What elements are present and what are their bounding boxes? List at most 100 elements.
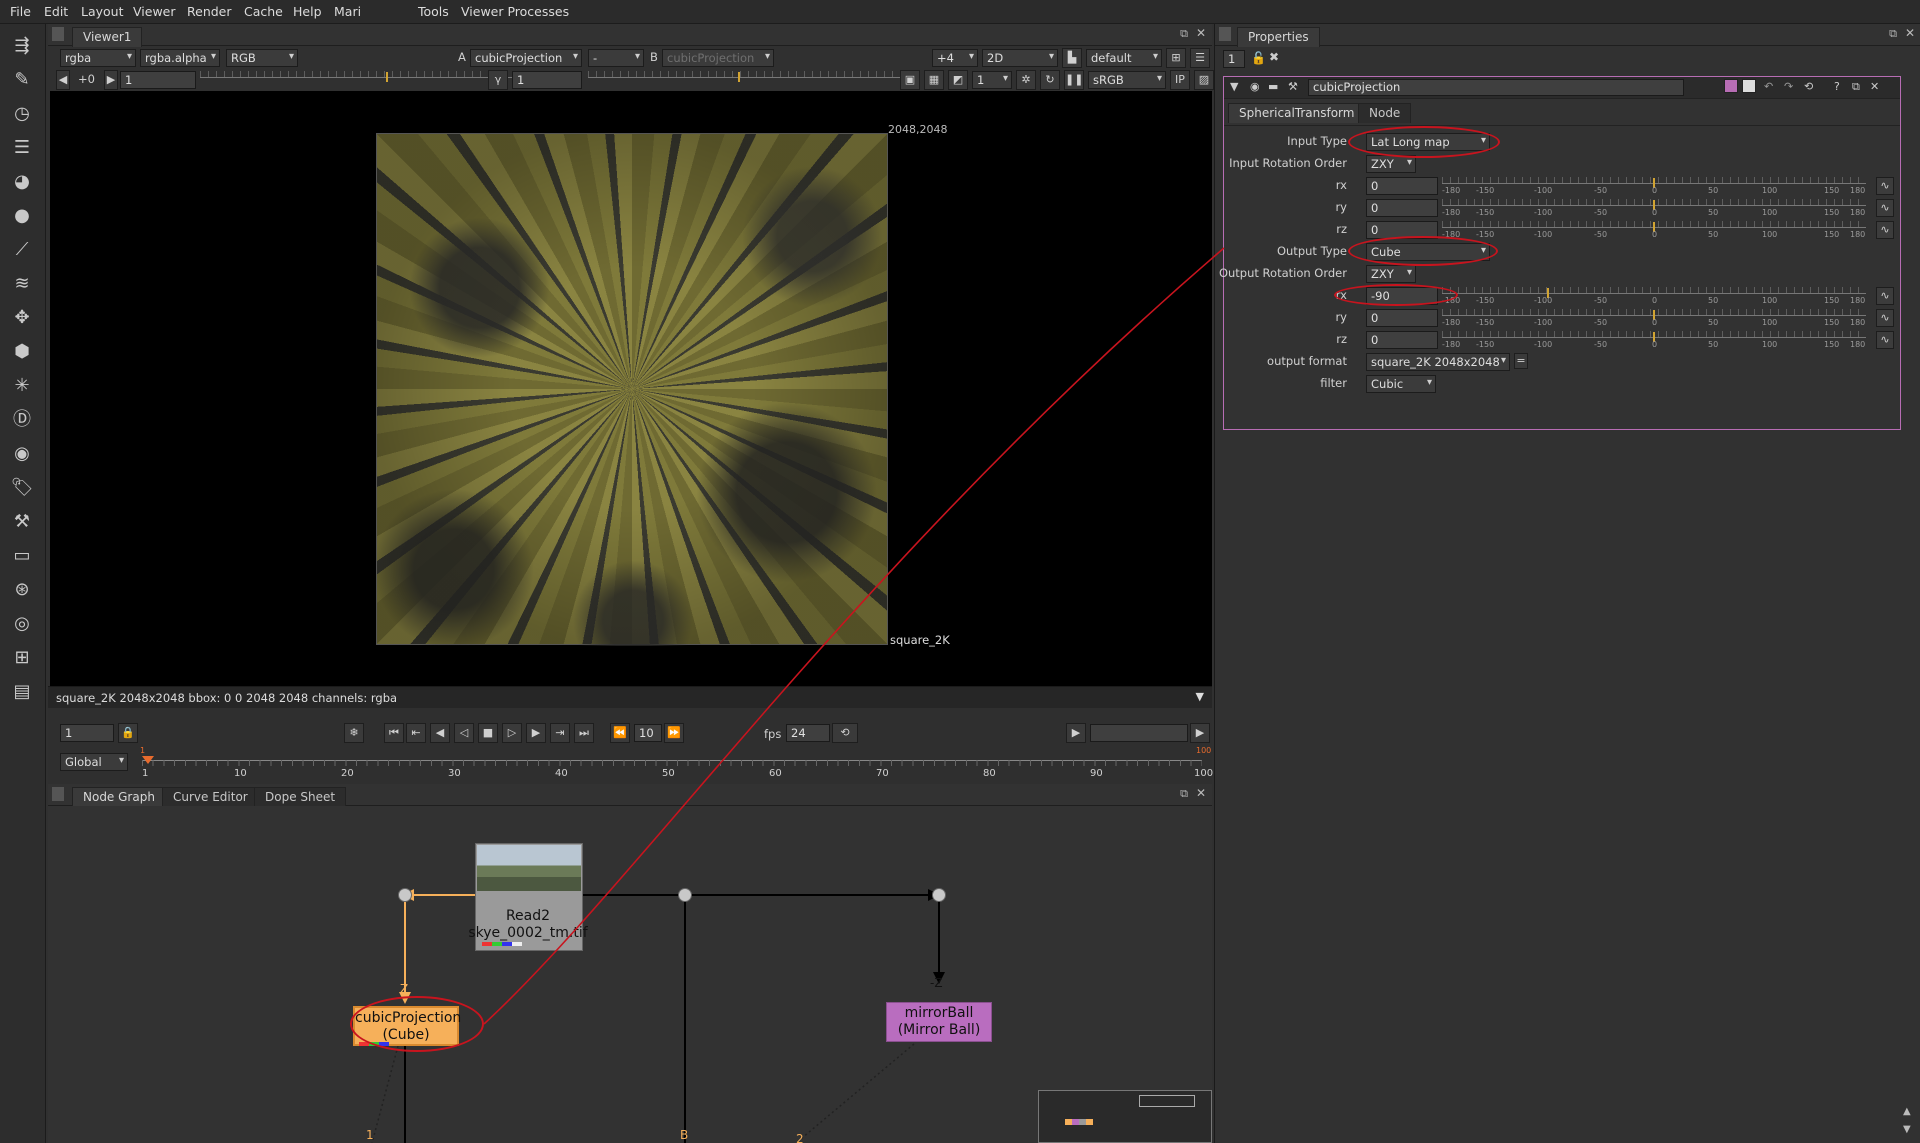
other-icon[interactable]: ▭ — [8, 542, 36, 570]
channel-icon[interactable]: ☰ — [8, 134, 36, 162]
nodegraph-minimap[interactable] — [1038, 1090, 1212, 1143]
pause-update-icon[interactable]: ✲ — [1016, 70, 1036, 90]
gain-right-arrow-icon[interactable]: ▶ — [104, 70, 118, 90]
playback-settings-icon[interactable]: ❄ — [344, 723, 364, 743]
windows-icon[interactable]: ⊞ — [8, 644, 36, 672]
node-swatch-icon[interactable] — [1724, 79, 1738, 93]
zoom-dropdown[interactable]: +4 — [932, 49, 978, 67]
colorspace-dropdown[interactable]: RGB — [226, 49, 298, 67]
ocula-icon[interactable]: ◎ — [8, 610, 36, 638]
grid-icon[interactable]: ▦ — [924, 70, 944, 90]
viewer-canvas[interactable]: 2048,2048 square_2K — [50, 91, 1212, 686]
output-rotation-order-dropdown[interactable]: ZXY — [1366, 265, 1416, 283]
tab-node[interactable]: Node — [1358, 103, 1412, 123]
views-icon[interactable]: ◉ — [8, 440, 36, 468]
close-panel-icon[interactable]: ✕ — [1905, 26, 1915, 40]
input-ry-animation-icon[interactable]: ∿ — [1876, 199, 1894, 217]
out-arrow-icon[interactable]: ▶ — [1190, 723, 1210, 743]
dot-node[interactable] — [398, 888, 412, 902]
float-panel-icon[interactable]: ⧉ — [1180, 787, 1188, 801]
float-node-icon[interactable]: ⧉ — [1852, 80, 1860, 94]
node-color-icon[interactable]: ▬ — [1268, 80, 1278, 93]
tab-properties[interactable]: Properties — [1237, 27, 1320, 47]
output-rx-animation-icon[interactable]: ∿ — [1876, 287, 1894, 305]
menu-cache[interactable]: Cache — [244, 4, 283, 19]
3d-icon[interactable]: ⬢ — [8, 338, 36, 366]
image-tools-icon[interactable]: ⇶ — [8, 32, 36, 60]
float-panel-icon[interactable]: ⧉ — [1180, 27, 1188, 41]
output-format-dropdown[interactable]: square_2K 2048x2048 — [1366, 353, 1510, 371]
gain-input[interactable]: 1 — [120, 71, 196, 89]
lock-range-icon[interactable]: 🔒 — [118, 723, 138, 743]
menu-edit[interactable]: Edit — [44, 4, 68, 19]
b-input-dropdown[interactable]: cubicProjection — [662, 49, 774, 67]
output-rx-field[interactable]: -90 — [1366, 287, 1438, 305]
menu-render[interactable]: Render — [187, 4, 232, 19]
playhead[interactable] — [142, 756, 154, 764]
tab-spherical-transform[interactable]: SphericalTransform — [1228, 103, 1366, 123]
skip-back-icon[interactable]: ⏪ — [610, 723, 630, 743]
last-frame-icon[interactable]: ⏭ — [574, 723, 594, 743]
node-swatch-2-icon[interactable] — [1742, 79, 1756, 93]
scroll-down-icon[interactable]: ▼ — [1903, 1124, 1911, 1135]
next-keyframe-icon[interactable]: ⇥ — [550, 723, 570, 743]
node-tools-icon[interactable]: ⚒ — [1288, 80, 1298, 93]
filter-icon[interactable]: ● — [8, 202, 36, 230]
node-name-input[interactable]: cubicProjection — [1308, 79, 1684, 96]
cubic-projection-node[interactable]: cubicProjection (Cube) — [353, 1006, 461, 1046]
channels-dropdown[interactable]: rgba — [60, 49, 136, 67]
panel-menu-icon[interactable] — [1219, 27, 1231, 41]
gamma-slider[interactable] — [588, 71, 920, 91]
input-rx-field[interactable]: 0 — [1366, 177, 1438, 195]
metadata-icon[interactable]: 🏷 — [8, 474, 36, 502]
frame-dropdown[interactable]: 1 — [972, 71, 1012, 89]
input-rz-field[interactable]: 0 — [1366, 221, 1438, 239]
play-backward-icon[interactable]: ◁ — [454, 723, 474, 743]
previous-keyframe-icon[interactable]: ⇤ — [406, 723, 426, 743]
lut-dropdown[interactable]: default — [1086, 49, 1162, 67]
center-node-icon[interactable]: ◉ — [1250, 80, 1260, 93]
mirror-ball-node[interactable]: mirrorBall (Mirror Ball) — [886, 1002, 992, 1042]
step-increment-input[interactable]: 10 — [634, 724, 662, 742]
dot-node[interactable] — [932, 888, 946, 902]
format-menu-button[interactable]: = — [1514, 353, 1528, 369]
input-process-button[interactable]: IP — [1170, 70, 1190, 90]
panel-menu-icon[interactable] — [52, 27, 64, 41]
time-icon[interactable]: ◷ — [8, 100, 36, 128]
tab-viewer1[interactable]: Viewer1 — [72, 27, 143, 47]
compare-op-dropdown[interactable]: - — [588, 49, 644, 67]
crop-icon[interactable]: ▣ — [900, 70, 920, 90]
minimap-viewport[interactable] — [1139, 1095, 1195, 1107]
output-ry-slider[interactable]: -180 -150 -100 -50 0 50 100 150 180 — [1442, 309, 1866, 329]
range-mode-dropdown[interactable]: Global — [60, 753, 128, 771]
loop-icon[interactable]: ⟲ — [832, 723, 858, 743]
roi-icon[interactable]: ⊞ — [1166, 48, 1186, 68]
furnace-icon[interactable]: ⊛ — [8, 576, 36, 604]
close-node-icon[interactable]: ✕ — [1870, 80, 1879, 93]
tab-dope-sheet[interactable]: Dope Sheet — [254, 787, 347, 807]
keyer-icon[interactable]: ⟋ — [8, 236, 36, 264]
out-point-input[interactable] — [1090, 724, 1188, 742]
flipbook-icon[interactable]: ▶ — [1066, 723, 1086, 743]
a-input-dropdown[interactable]: cubicProjection — [470, 49, 582, 67]
first-frame-icon[interactable]: ⏮ — [384, 723, 404, 743]
gain-left-arrow-icon[interactable]: ◀ — [56, 70, 70, 90]
clear-panels-icon[interactable]: ✖ — [1269, 50, 1279, 64]
help-icon[interactable]: ? — [1834, 80, 1840, 93]
nodegraph-canvas[interactable]: Read2 skye_0002_tm.tif Z cubicProjection… — [48, 806, 1212, 1143]
panel-menu-icon[interactable] — [52, 787, 64, 801]
input-rx-animation-icon[interactable]: ∿ — [1876, 177, 1894, 195]
collapse-icon[interactable]: ▼ — [1230, 80, 1238, 93]
output-ry-animation-icon[interactable]: ∿ — [1876, 309, 1894, 327]
skip-forward-icon[interactable]: ⏩ — [664, 723, 684, 743]
max-panels-input[interactable]: 1 — [1223, 50, 1245, 68]
input-rz-slider[interactable]: -180 -150 -100 -50 0 50 100 150 180 — [1442, 221, 1866, 241]
shelf-icon[interactable]: ▤ — [8, 678, 36, 706]
input-ry-field[interactable]: 0 — [1366, 199, 1438, 217]
gamma-toggle-icon[interactable]: γ — [488, 70, 508, 90]
float-panel-icon[interactable]: ⧉ — [1889, 27, 1897, 41]
alpha-dropdown[interactable]: rgba.alpha — [140, 49, 220, 67]
undo-icon[interactable]: ↶ — [1764, 80, 1773, 93]
output-type-dropdown[interactable]: Cube — [1366, 243, 1490, 261]
tab-node-graph[interactable]: Node Graph — [72, 787, 166, 807]
